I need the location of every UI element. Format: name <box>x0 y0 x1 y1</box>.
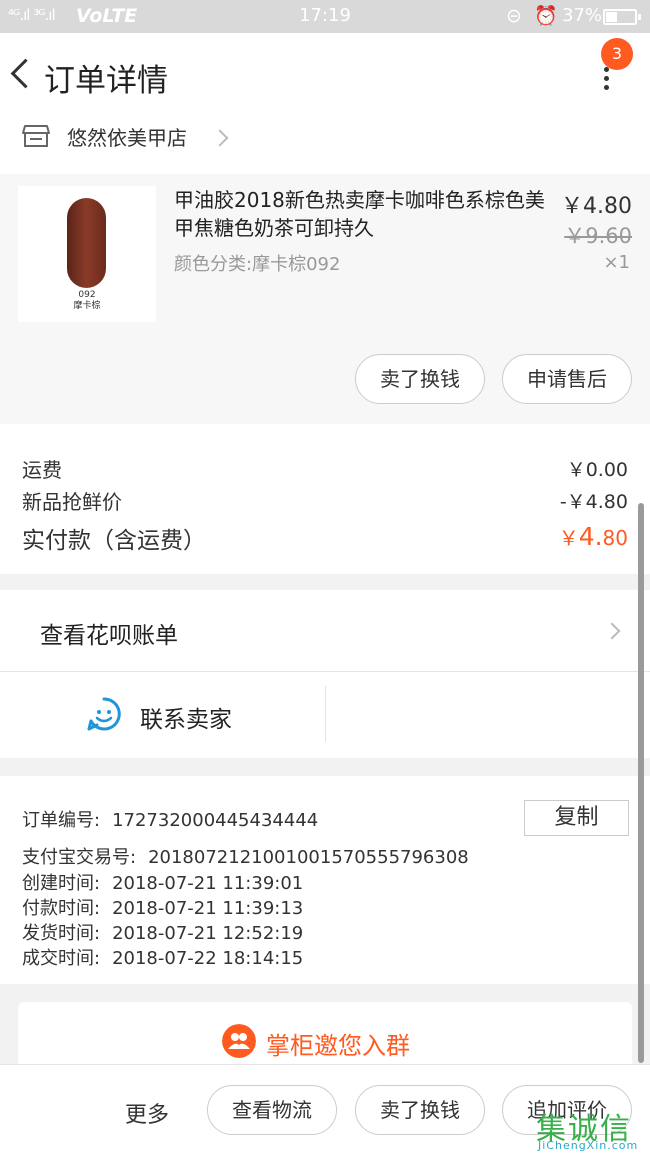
nail-polish-swatch <box>67 198 106 288</box>
completed-time-label: 成交时间: <box>22 948 101 969</box>
alipay-number-label: 支付宝交易号: <box>22 847 137 868</box>
battery-icon <box>603 9 641 25</box>
product-quantity: ×1 <box>603 252 630 273</box>
sell-for-cash-button[interactable]: 卖了换钱 <box>355 354 485 404</box>
thumbnail-code: 092 <box>78 290 96 300</box>
back-arrow-icon[interactable] <box>6 53 36 97</box>
page-title: 订单详情 <box>44 63 168 99</box>
product-variant: 颜色分类:摩卡棕092 <box>174 254 341 275</box>
shipped-time-row: 发货时间: 2018-07-21 12:52:19 <box>22 919 303 945</box>
request-after-sale-button[interactable]: 申请售后 <box>502 354 632 404</box>
watermark-url: JiChengXin.com <box>538 1139 639 1152</box>
shop-name[interactable]: 悠然依美甲店 <box>67 122 187 151</box>
product-original-price: ￥9.60 <box>564 224 632 248</box>
product-price: ￥4.80 <box>561 194 632 219</box>
notification-badge: 3 <box>601 38 633 70</box>
battery-percent: 37% <box>562 5 603 26</box>
shipping-label: 运费 <box>22 458 62 482</box>
total-currency: ￥ <box>558 526 579 550</box>
shop-row[interactable]: 悠然依美甲店 <box>0 118 650 174</box>
cost-summary: 运费 ￥0.00 新品抢鲜价 -￥4.80 实付款（含运费） ￥4.80 <box>0 424 650 574</box>
created-time-label: 创建时间: <box>22 873 101 894</box>
discount-value: -￥4.80 <box>559 491 628 513</box>
divider <box>325 686 326 742</box>
order-number-label: 订单编号: <box>22 810 101 831</box>
status-bar: ⁴ᴳ.ıl ³ᴳ.ıl VoLTE 17:19 ⊝ ⏰ 37% <box>0 0 650 33</box>
huabei-bill-row[interactable]: 查看花呗账单 <box>0 590 650 672</box>
order-number-value: 172732000445434444 <box>112 810 319 831</box>
shipped-time-label: 发货时间: <box>22 923 101 944</box>
order-info: 订单编号: 172732000445434444 复制 支付宝交易号: 201807… <box>0 776 650 984</box>
sell-for-cash-bottom-button[interactable]: 卖了换钱 <box>355 1085 485 1135</box>
rotation-lock-icon: ⊝ <box>506 5 522 27</box>
completed-time-row: 成交时间: 2018-07-22 18:14:15 <box>22 944 303 970</box>
contact-row: 联系卖家 <box>0 672 650 758</box>
total-integer: 4. <box>578 522 603 551</box>
thumbnail-color-name: 摩卡棕 <box>73 301 101 311</box>
total-decimal: 80 <box>602 526 628 550</box>
more-button[interactable]: 更多 <box>125 1097 169 1129</box>
group-icon <box>222 1024 256 1058</box>
store-icon <box>22 125 50 147</box>
paid-time-row: 付款时间: 2018-07-21 11:39:13 <box>22 894 303 920</box>
copy-button[interactable]: 复制 <box>524 800 629 836</box>
chevron-right-icon <box>603 622 621 640</box>
shipped-time-value: 2018-07-21 12:52:19 <box>112 923 304 944</box>
completed-time-value: 2018-07-22 18:14:15 <box>112 948 304 969</box>
app-header: 订单详情 3 <box>0 33 650 118</box>
product-card: 092 摩卡棕 甲油胶2018新色热卖摩卡咖啡色系棕色美甲焦糖色奶茶可卸持久 颜… <box>0 174 650 424</box>
created-time-value: 2018-07-21 11:39:01 <box>112 873 304 894</box>
group-invite-label[interactable]: 掌柜邀您入群 <box>266 1026 410 1061</box>
product-thumbnail[interactable]: 092 摩卡棕 <box>18 186 156 322</box>
alipay-number-value: 2018072121001001570555796308 <box>148 847 469 868</box>
watermark: 集诚信 JiChengXin.com <box>532 1104 650 1155</box>
total-paid-label: 实付款（含运费） <box>22 528 206 554</box>
product-title[interactable]: 甲油胶2018新色热卖摩卡咖啡色系棕色美甲焦糖色奶茶可卸持久 <box>174 186 554 242</box>
huabei-bill-label[interactable]: 查看花呗账单 <box>40 616 178 650</box>
scrollbar[interactable] <box>638 503 644 1063</box>
discount-label: 新品抢鲜价 <box>22 490 122 514</box>
chat-smiley-icon[interactable] <box>86 696 122 732</box>
order-number-row: 订单编号: 172732000445434444 <box>22 806 318 832</box>
shipping-value: ￥0.00 <box>566 459 628 481</box>
paid-time-value: 2018-07-21 11:39:13 <box>112 898 304 919</box>
contact-seller-button[interactable]: 联系卖家 <box>140 700 232 734</box>
chevron-right-icon <box>211 129 229 147</box>
alipay-number-row: 支付宝交易号: 2018072121001001570555796308 <box>22 843 469 869</box>
view-logistics-button[interactable]: 查看物流 <box>207 1085 337 1135</box>
created-time-row: 创建时间: 2018-07-21 11:39:01 <box>22 869 303 895</box>
total-paid-value: ￥4.80 <box>559 522 628 551</box>
alarm-icon: ⏰ <box>534 5 558 27</box>
paid-time-label: 付款时间: <box>22 898 101 919</box>
